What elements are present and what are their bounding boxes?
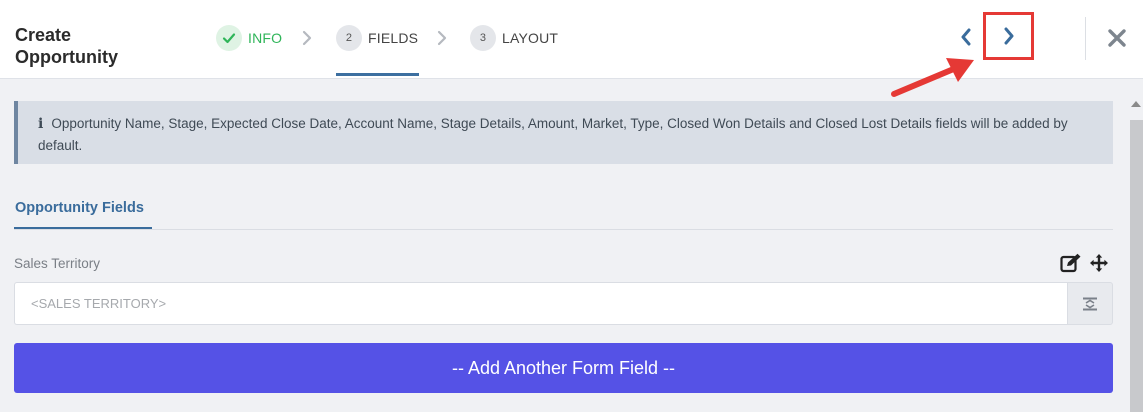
active-step-indicator xyxy=(336,73,419,76)
chevron-right-icon xyxy=(437,30,447,46)
chevron-right-icon xyxy=(1004,27,1013,45)
field-format-button[interactable] xyxy=(1067,282,1113,325)
step-layout[interactable]: 3 LAYOUT xyxy=(470,25,558,51)
step-fields-label: FIELDS xyxy=(368,30,419,46)
close-button[interactable] xyxy=(1103,24,1131,52)
step-info-label: INFO xyxy=(248,30,283,46)
step-number: 2 xyxy=(336,25,362,51)
annotation-arrow-icon xyxy=(891,58,974,97)
check-icon xyxy=(216,25,242,51)
chevron-left-icon xyxy=(961,28,971,46)
tab-divider xyxy=(14,229,1113,230)
step-number: 3 xyxy=(470,25,496,51)
sales-territory-input[interactable] xyxy=(14,282,1067,325)
field-label-sales-territory: Sales Territory xyxy=(14,256,101,271)
info-banner: i Opportunity Name, Stage, Expected Close… xyxy=(14,101,1113,164)
text-format-icon xyxy=(1083,297,1097,310)
add-form-field-button[interactable]: -- Add Another Form Field -- xyxy=(14,343,1113,393)
move-icon[interactable] xyxy=(1089,253,1109,273)
info-icon: i xyxy=(38,116,44,132)
header-divider xyxy=(1085,17,1086,60)
step-info[interactable]: INFO xyxy=(216,25,282,51)
edit-icon[interactable] xyxy=(1060,253,1082,273)
close-icon xyxy=(1108,29,1126,47)
next-button[interactable] xyxy=(983,12,1034,60)
chevron-right-icon xyxy=(302,30,312,46)
previous-button[interactable] xyxy=(955,25,977,49)
step-fields[interactable]: 2 FIELDS xyxy=(336,25,418,51)
page-title: Create Opportunity xyxy=(15,25,118,67)
tab-opportunity-fields[interactable]: Opportunity Fields xyxy=(15,200,144,216)
info-text: Opportunity Name, Stage, Expected Close … xyxy=(38,116,1068,153)
scroll-up-icon[interactable] xyxy=(1131,101,1141,107)
step-layout-label: LAYOUT xyxy=(502,30,559,46)
scrollbar-thumb[interactable] xyxy=(1130,120,1143,412)
